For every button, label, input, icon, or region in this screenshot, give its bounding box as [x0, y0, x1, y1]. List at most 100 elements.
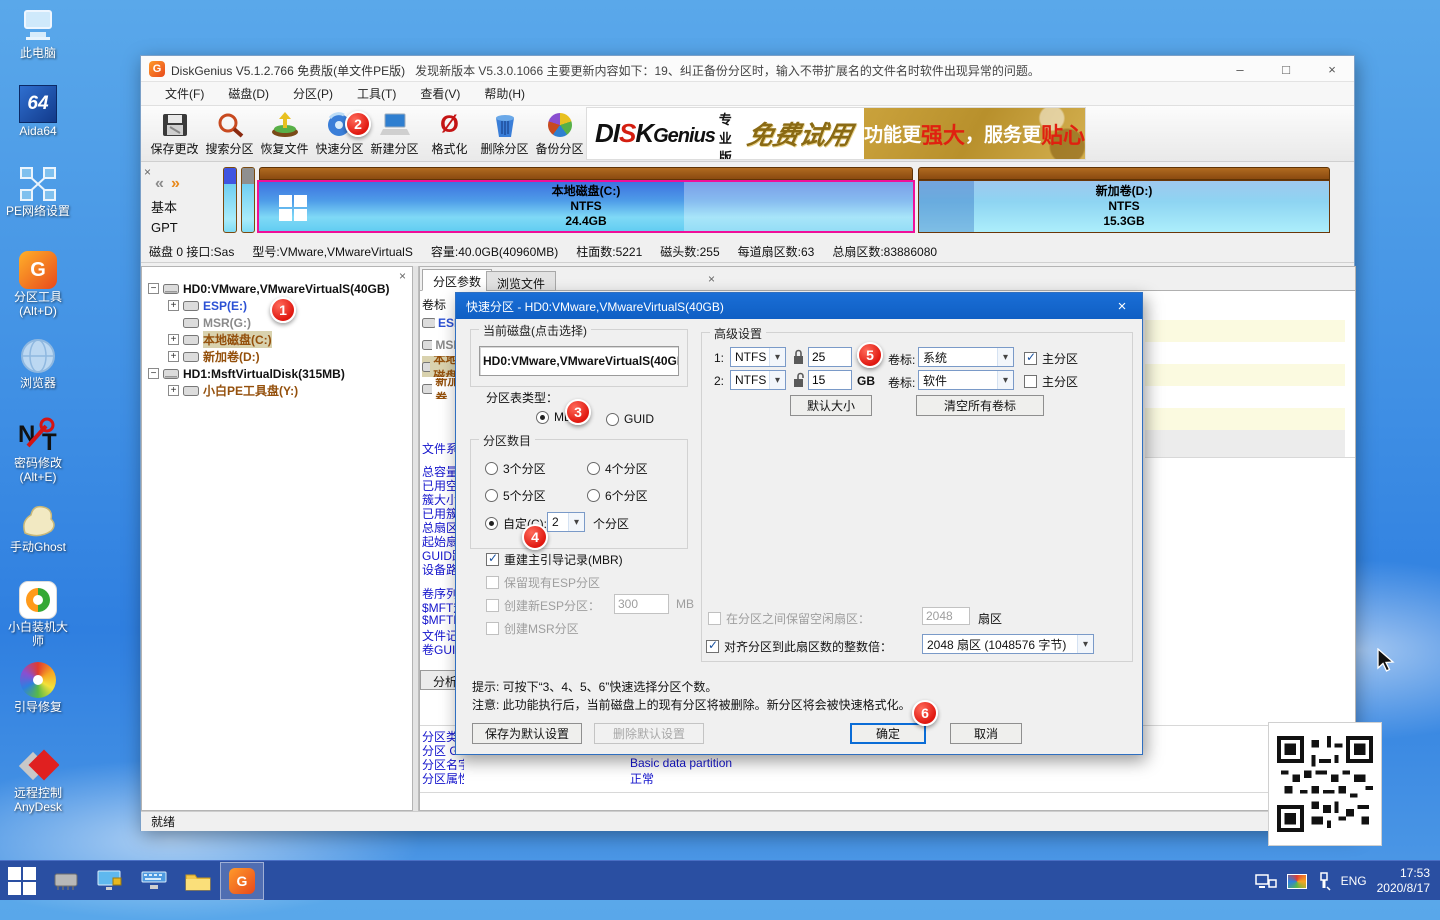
esp-size-input[interactable]: [614, 594, 669, 614]
radio-5-partitions[interactable]: 5个分区: [485, 487, 546, 504]
default-size-button[interactable]: 默认大小: [790, 395, 872, 416]
tray-network-icon[interactable]: [1255, 872, 1277, 890]
menu-file[interactable]: 文件(F): [153, 82, 216, 105]
size-input-2[interactable]: [808, 370, 852, 390]
desktop-icon-aida64[interactable]: 64 Aida64: [0, 84, 76, 138]
window-titlebar[interactable]: G DiskGenius V5.1.2.766 免费版(单文件PE版) 发现新版…: [141, 56, 1354, 82]
desktop-icon-password[interactable]: NT 密码修改 (Alt+E): [0, 416, 76, 484]
radio-4-partitions[interactable]: 4个分区: [587, 460, 648, 477]
radio-guid[interactable]: GUID: [606, 412, 654, 426]
save-default-button[interactable]: 保存为默认设置: [472, 723, 582, 744]
desktop-icon-anydesk[interactable]: 远程控制 AnyDesk: [0, 746, 76, 814]
tree-item-esp[interactable]: + ESP(E:): [168, 297, 247, 314]
collapse-icon[interactable]: −: [148, 368, 159, 379]
desktop-icon-browser[interactable]: 浏览器: [0, 336, 76, 390]
fs-combo-1[interactable]: NTFS▾: [730, 347, 786, 367]
start-button[interactable]: [0, 862, 44, 900]
partition-mini-esp[interactable]: [223, 167, 237, 233]
lock-open-icon[interactable]: [792, 371, 807, 388]
disk-style-basic[interactable]: 基本: [151, 197, 177, 216]
dialog-close-button[interactable]: ×: [1102, 293, 1142, 319]
taskbar-ramdisk-button[interactable]: [44, 862, 88, 900]
current-disk-box[interactable]: HD0:VMware,VMwareVirtualS(40GB): [479, 346, 679, 376]
primary-checkbox-2[interactable]: ✓主分区: [1024, 373, 1078, 390]
delete-partition-button[interactable]: 删除分区: [477, 108, 532, 160]
desktop-icon-boot-repair[interactable]: 引导修复: [0, 660, 76, 714]
align-combo[interactable]: 2048 扇区 (1048576 字节)▾: [922, 634, 1094, 654]
nav-left-icon[interactable]: «: [155, 175, 164, 193]
size-input-1[interactable]: [808, 347, 852, 367]
keep-esp-checkbox[interactable]: ✓保留现有ESP分区: [486, 574, 600, 591]
expand-icon[interactable]: +: [168, 334, 179, 345]
taskbar-explorer-button[interactable]: [176, 862, 220, 900]
fs-combo-2[interactable]: NTFS▾: [730, 370, 786, 390]
radio-3-partitions[interactable]: 3个分区: [485, 460, 546, 477]
tray-clock[interactable]: 17:53 2020/8/17: [1377, 866, 1436, 896]
reserve-free-checkbox[interactable]: ✓在分区之间保留空闲扇区：: [708, 610, 870, 627]
reserve-sectors-input[interactable]: [922, 607, 970, 625]
minimize-button[interactable]: –: [1218, 56, 1262, 82]
new-partition-button[interactable]: 新建分区: [367, 108, 422, 160]
custom-count-combo[interactable]: 2▾: [547, 512, 585, 532]
nav-right-icon[interactable]: »: [171, 175, 180, 193]
promo-banner[interactable]: DISKGenius 专业版 免费试用 功能更强大，服务更贴心: [586, 107, 1086, 160]
volume-label-combo-1[interactable]: 系统▾: [918, 347, 1014, 367]
taskbar-resolution-button[interactable]: [88, 862, 132, 900]
delete-default-button[interactable]: 删除默认设置: [594, 723, 704, 744]
cancel-button[interactable]: 取消: [950, 723, 1022, 744]
menu-view[interactable]: 查看(V): [408, 82, 472, 105]
taskbar-diskgenius-button[interactable]: G: [220, 862, 264, 900]
analyze-button[interactable]: 分析: [420, 670, 460, 690]
expand-icon[interactable]: +: [168, 385, 179, 396]
tree-close-icon[interactable]: ×: [399, 269, 406, 283]
create-msr-checkbox[interactable]: ✓创建MSR分区: [486, 620, 579, 637]
recover-files-button[interactable]: 恢复文件: [257, 108, 312, 160]
tree-item-d[interactable]: + 新加卷(D:): [168, 348, 260, 365]
format-button[interactable]: Ø 格式化: [422, 108, 477, 160]
desktop-icon-this-pc[interactable]: 此电脑: [0, 6, 76, 60]
tree-item-y[interactable]: + 小白PE工具盘(Y:): [168, 382, 298, 399]
tree-item-msr[interactable]: MSR(G:): [168, 314, 251, 331]
backup-partition-button[interactable]: 备份分区: [532, 108, 587, 160]
tab-partition-params[interactable]: 分区参数: [422, 269, 492, 291]
radio-6-partitions[interactable]: 6个分区: [587, 487, 648, 504]
partition-mini-msr[interactable]: [241, 167, 255, 233]
lock-closed-icon[interactable]: [792, 348, 805, 365]
expand-icon[interactable]: +: [168, 300, 179, 311]
disk-style-gpt[interactable]: GPT: [151, 220, 178, 235]
maximize-button[interactable]: □: [1264, 56, 1308, 82]
partition-d-block[interactable]: 新加卷(D:) NTFS 15.3GB: [918, 180, 1330, 233]
menu-partition[interactable]: 分区(P): [281, 82, 345, 105]
tab-close-icon[interactable]: ×: [708, 272, 715, 286]
tab-browse-files[interactable]: 浏览文件: [486, 271, 556, 291]
tray-usb-icon[interactable]: [1317, 871, 1331, 891]
ok-button[interactable]: 确定: [850, 723, 926, 744]
collapse-icon[interactable]: −: [148, 283, 159, 294]
menu-help[interactable]: 帮助(H): [472, 82, 537, 105]
desktop-icon-xiaobai[interactable]: 小白装机大 师: [0, 580, 76, 648]
rebuild-mbr-checkbox[interactable]: ✓重建主引导记录(MBR): [486, 551, 623, 568]
desktop-icon-pe-network[interactable]: PE网络设置: [0, 164, 76, 218]
close-button[interactable]: ×: [1310, 56, 1354, 82]
clear-labels-button[interactable]: 清空所有卷标: [916, 395, 1044, 416]
menu-disk[interactable]: 磁盘(D): [216, 82, 281, 105]
menu-tools[interactable]: 工具(T): [345, 82, 408, 105]
expand-icon[interactable]: +: [168, 351, 179, 362]
tray-display-icon[interactable]: [1287, 874, 1307, 889]
taskbar-osk-button[interactable]: [132, 862, 176, 900]
tree-item-hd0[interactable]: − HD0:VMware,VMwareVirtualS(40GB): [148, 280, 390, 297]
desktop-icon-diskgenius[interactable]: G 分区工具 (Alt+D): [0, 250, 76, 318]
align-checkbox[interactable]: ✓对齐分区到此扇区数的整数倍：: [706, 638, 892, 655]
desktop-icon-ghost[interactable]: 手动Ghost: [0, 500, 76, 554]
new-esp-checkbox[interactable]: ✓创建新ESP分区：: [486, 597, 600, 614]
save-changes-button[interactable]: 保存更改: [147, 108, 202, 160]
primary-checkbox-1[interactable]: ✓主分区: [1024, 350, 1078, 367]
partition-c-block[interactable]: 本地磁盘(C:) NTFS 24.4GB: [257, 180, 915, 233]
dialog-titlebar[interactable]: 快速分区 - HD0:VMware,VMwareVirtualS(40GB) ×: [456, 293, 1142, 319]
tree-item-c[interactable]: + 本地磁盘(C:): [168, 331, 272, 348]
search-partition-button[interactable]: 搜索分区: [202, 108, 257, 160]
volume-label-combo-2[interactable]: 软件▾: [918, 370, 1014, 390]
panel-close-icon[interactable]: ×: [144, 165, 151, 179]
tray-language[interactable]: ENG: [1341, 874, 1367, 888]
tree-item-hd1[interactable]: − HD1:MsftVirtualDisk(315MB): [148, 365, 345, 382]
